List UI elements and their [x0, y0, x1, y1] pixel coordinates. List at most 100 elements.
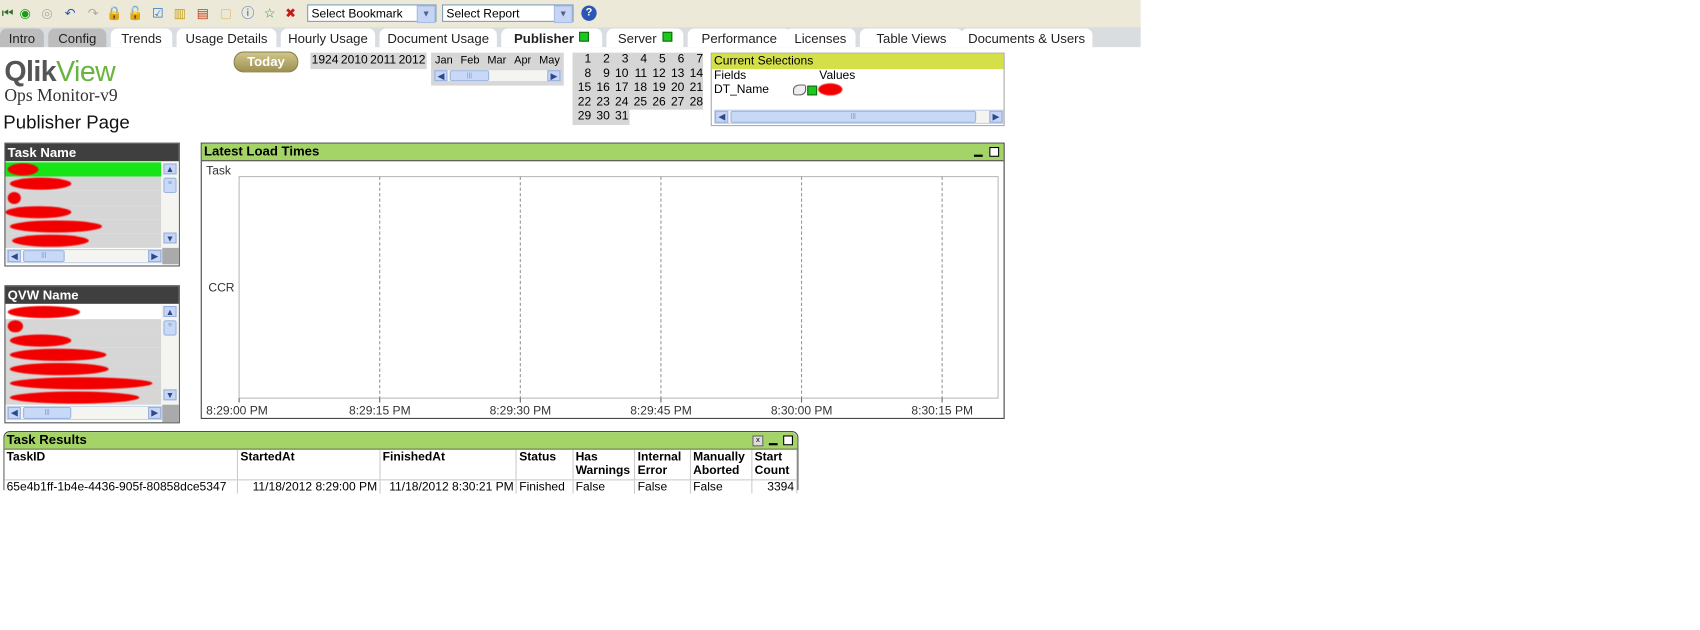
day-item[interactable]: 8	[573, 67, 591, 81]
tab-intro[interactable]: Intro	[0, 28, 44, 48]
column-header[interactable]: Start Count	[751, 449, 798, 480]
day-item[interactable]: 3	[610, 53, 629, 67]
checkbox-icon[interactable]: ☑	[150, 5, 165, 20]
redo-icon[interactable]: ↷	[86, 5, 101, 20]
tab-performance[interactable]: Performance	[687, 28, 791, 48]
first-icon[interactable]: ⏮	[0, 5, 15, 20]
column-header[interactable]: Status	[516, 449, 574, 480]
day-item[interactable]: 9	[591, 67, 610, 81]
day-item[interactable]: 2	[591, 53, 610, 67]
minimize-icon[interactable]	[768, 443, 778, 446]
list-item[interactable]	[5, 347, 162, 362]
tab-document-usage[interactable]: Document Usage	[379, 28, 497, 48]
day-item[interactable]: 1	[573, 53, 591, 67]
tab-documents-users[interactable]: Documents & Users	[960, 28, 1093, 48]
day-item[interactable]: 19	[647, 81, 665, 95]
scroll-left-icon[interactable]: ◀	[434, 70, 448, 82]
scroll-right-icon[interactable]: ▶	[547, 70, 561, 82]
selections-scrollbar[interactable]: ◀ ||| ▶	[714, 109, 1004, 124]
scroll-thumb[interactable]: ≡	[163, 177, 177, 194]
day-item[interactable]: 24	[610, 95, 628, 109]
day-item[interactable]: 27	[666, 95, 684, 109]
day-item[interactable]: 30	[591, 110, 609, 124]
day-item[interactable]: 13	[666, 67, 684, 81]
scroll-up-icon[interactable]: ▲	[163, 306, 177, 317]
day-item[interactable]: 5	[647, 53, 666, 67]
scroll-thumb[interactable]: |||	[23, 406, 72, 419]
export-excel-icon[interactable]: x	[752, 435, 764, 447]
day-item[interactable]: 23	[591, 95, 609, 109]
list-item[interactable]	[5, 205, 162, 220]
year-item[interactable]: 2010	[341, 53, 368, 69]
new-sheet-icon[interactable]: ▢	[218, 5, 233, 20]
day-item[interactable]: 10	[610, 67, 628, 81]
list-item[interactable]	[5, 390, 162, 405]
month-item[interactable]: Mar	[487, 53, 506, 69]
scroll-thumb[interactable]: |||	[23, 250, 65, 263]
qvw-name-vscroll[interactable]: ▲ ≡ ▼	[161, 304, 179, 405]
select-bookmark-dropdown[interactable]: Select Bookmark ▼	[307, 4, 437, 24]
day-item[interactable]: 28	[684, 95, 703, 109]
year-item[interactable]: 1924	[312, 53, 339, 69]
day-item[interactable]: 20	[666, 81, 684, 95]
tab-server[interactable]: Server	[606, 28, 684, 48]
tab-config[interactable]: Config	[48, 28, 107, 48]
day-item[interactable]: 18	[628, 81, 647, 95]
day-item[interactable]: 29	[573, 110, 591, 124]
month-item[interactable]: Apr	[514, 53, 531, 69]
list-item[interactable]	[5, 233, 162, 248]
scroll-left-icon[interactable]: ◀	[7, 406, 21, 419]
day-item[interactable]: 6	[666, 53, 685, 67]
day-item[interactable]: 11	[628, 67, 648, 81]
maximize-icon[interactable]	[783, 435, 793, 446]
day-item[interactable]: 31	[610, 110, 628, 124]
column-header[interactable]: Internal Error	[634, 449, 691, 480]
list-item[interactable]	[5, 376, 162, 391]
scroll-right-icon[interactable]: ▶	[148, 406, 162, 419]
column-header[interactable]: StartedAt	[237, 449, 381, 480]
column-header[interactable]: Manually Aborted	[690, 449, 753, 480]
tab-trends[interactable]: Trends	[110, 28, 173, 48]
column-header[interactable]: TaskID	[4, 449, 239, 480]
scroll-thumb[interactable]: |||	[449, 70, 490, 82]
list-item[interactable]	[5, 319, 162, 334]
month-scrollbar[interactable]: ◀ ||| ▶	[433, 69, 562, 83]
year-item[interactable]: 2011	[370, 53, 396, 69]
task-name-vscroll[interactable]: ▲ ≡ ▼	[161, 162, 179, 248]
day-item[interactable]: 25	[628, 95, 647, 109]
bar-chart-icon[interactable]: ▤	[195, 5, 210, 20]
scroll-up-icon[interactable]: ▲	[163, 163, 177, 175]
day-item[interactable]: 15	[573, 81, 591, 95]
qvw-name-hscroll[interactable]: ◀ ||| ▶	[6, 405, 163, 421]
month-item[interactable]: Feb	[461, 53, 480, 69]
scroll-down-icon[interactable]: ▼	[163, 389, 177, 401]
scroll-right-icon[interactable]: ▶	[989, 110, 1003, 123]
chart-wizard-icon[interactable]: ▥	[172, 5, 187, 20]
unlock-icon[interactable]: 🔓	[127, 5, 143, 20]
day-item[interactable]: 4	[628, 53, 647, 67]
tab-usage-details[interactable]: Usage Details	[176, 28, 277, 48]
maximize-icon[interactable]	[989, 146, 1000, 157]
back-icon[interactable]: ◉	[18, 5, 33, 20]
select-report-dropdown[interactable]: Select Report ▼	[442, 4, 574, 24]
remove-bookmark-icon[interactable]: ✖	[283, 5, 298, 20]
month-item[interactable]: May	[539, 53, 560, 69]
scroll-down-icon[interactable]: ▼	[163, 232, 177, 244]
column-header[interactable]: FinishedAt	[379, 449, 518, 480]
list-item[interactable]	[5, 304, 162, 320]
month-item[interactable]: Jan	[435, 53, 453, 69]
scroll-left-icon[interactable]: ◀	[7, 250, 21, 263]
forward-icon[interactable]: ◎	[39, 5, 54, 20]
list-item[interactable]	[5, 190, 162, 206]
info-icon[interactable]: ⓘ	[240, 5, 255, 20]
list-item[interactable]	[5, 361, 162, 377]
year-item[interactable]: 2012	[399, 53, 426, 69]
scroll-thumb[interactable]: ≡	[163, 320, 177, 336]
tab-publisher[interactable]: Publisher	[501, 28, 603, 48]
eraser-icon[interactable]	[792, 84, 807, 96]
help-icon[interactable]: ?	[581, 5, 597, 21]
undo-icon[interactable]: ↶	[63, 5, 78, 20]
day-item[interactable]: 14	[684, 67, 703, 81]
column-header[interactable]: Has Warnings	[572, 449, 636, 480]
minimize-icon[interactable]	[973, 154, 983, 157]
